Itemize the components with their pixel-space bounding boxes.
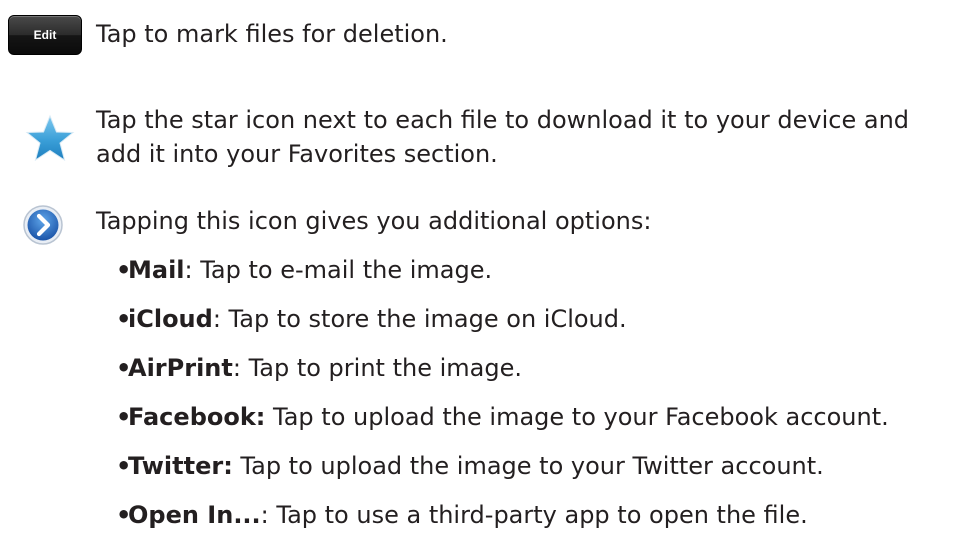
star-icon[interactable] (22, 112, 78, 166)
disclosure-description: Tapping this icon gives you additional o… (96, 207, 652, 235)
list-item: •Facebook: Tap to upload the image to yo… (116, 403, 889, 431)
edit-button[interactable]: Edit (8, 15, 82, 55)
options-list: •Mail: Tap to e-mail the image. •iCloud:… (116, 253, 889, 547)
list-item: •Open In...: Tap to use a third-party ap… (116, 501, 808, 529)
list-item: •AirPrint: Tap to print the image. (116, 354, 522, 382)
list-item: •Mail: Tap to e-mail the image. (116, 256, 493, 284)
list-item: •Twitter: Tap to upload the image to you… (116, 452, 824, 480)
edit-button-label: Edit (33, 28, 57, 42)
star-description-line2: add it into your Favorites section. (96, 140, 498, 168)
star-description-line1: Tap the star icon next to each file to d… (96, 106, 910, 134)
chevron-right-circle-icon[interactable] (22, 204, 64, 246)
edit-description: Tap to mark files for deletion. (96, 20, 448, 48)
list-item: •iCloud: Tap to store the image on iClou… (116, 305, 627, 333)
